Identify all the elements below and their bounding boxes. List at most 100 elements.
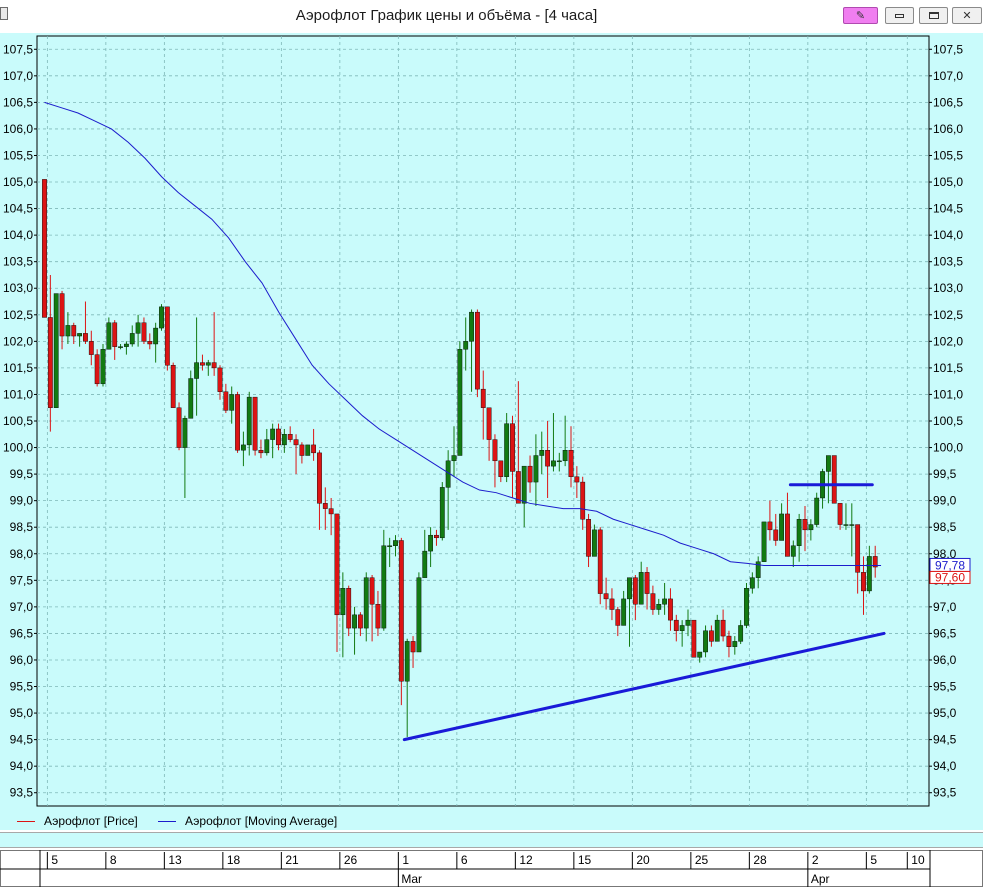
candle-body xyxy=(311,444,316,454)
candle-body xyxy=(352,614,357,629)
candle-body xyxy=(457,349,463,456)
x-tick-label: 25 xyxy=(695,853,709,867)
candle-body xyxy=(381,545,387,629)
candle xyxy=(475,309,480,398)
candle-body xyxy=(592,529,597,557)
candle-body xyxy=(147,341,153,345)
y-tick-label-left: 96,5 xyxy=(10,626,34,640)
x-tick-label: 21 xyxy=(285,853,299,867)
candle-body xyxy=(714,619,720,642)
candle-body xyxy=(223,391,229,411)
candle-body xyxy=(638,572,644,605)
y-tick-label-left: 95,0 xyxy=(10,706,34,720)
close-button[interactable]: ✕ xyxy=(952,7,982,24)
maximize-button[interactable] xyxy=(919,7,948,24)
y-tick-label-left: 106,0 xyxy=(3,122,33,136)
chart-scrollbar[interactable] xyxy=(0,832,983,848)
candle xyxy=(691,619,697,658)
candle-body xyxy=(100,349,106,385)
candle-body xyxy=(176,407,182,448)
candle-body xyxy=(738,625,744,642)
y-tick-label-right: 105,0 xyxy=(933,175,963,189)
y-tick-label-left: 103,0 xyxy=(3,281,33,295)
candle-body xyxy=(627,577,632,600)
y-tick-label-right: 106,0 xyxy=(933,122,963,136)
candle-body xyxy=(404,641,410,682)
y-tick-label-right: 98,5 xyxy=(933,520,957,534)
candle-body xyxy=(451,455,457,462)
candle xyxy=(170,362,176,408)
candle-body xyxy=(744,588,749,626)
candle-body xyxy=(726,635,732,647)
candle-body xyxy=(328,508,334,515)
candle-body xyxy=(785,513,790,557)
y-tick-label-right: 101,5 xyxy=(933,361,963,375)
price-chart[interactable]: 93,5 93,5 94,0 94,0 94,5 94,5 95,0 95,0 95,5 95,5… xyxy=(0,33,983,810)
candle-body xyxy=(615,609,621,626)
candle-body xyxy=(539,450,545,456)
y-tick-label-right: 99,5 xyxy=(933,467,957,481)
candle-body xyxy=(849,524,855,526)
x-tick-label: 10 xyxy=(911,853,925,867)
pin-button[interactable]: ✎ xyxy=(843,7,878,24)
candle-body xyxy=(808,524,814,531)
candle xyxy=(416,572,422,653)
candle-body xyxy=(556,460,562,463)
candle-body xyxy=(422,550,428,578)
candle-body xyxy=(662,598,668,605)
close-icon: ✕ xyxy=(962,10,972,22)
y-tick-label-right: 102,5 xyxy=(933,308,963,322)
candle-body xyxy=(118,346,123,348)
y-tick-label-right: 97,0 xyxy=(933,600,957,614)
candle-body xyxy=(205,362,211,366)
minimize-button[interactable] xyxy=(885,7,914,24)
candle xyxy=(159,304,164,331)
candle-body xyxy=(358,614,363,629)
candle xyxy=(305,444,311,456)
candle-body xyxy=(498,460,504,477)
candle-body xyxy=(463,341,469,350)
candle-body xyxy=(281,434,287,446)
candle-body xyxy=(580,481,586,520)
candle-body xyxy=(410,641,416,653)
candle xyxy=(252,396,258,456)
candle-body xyxy=(673,619,679,631)
y-tick-label-left: 94,5 xyxy=(10,733,34,747)
y-tick-label-left: 95,5 xyxy=(10,680,34,694)
y-tick-label-right: 105,5 xyxy=(933,148,963,162)
candle-body xyxy=(217,367,223,392)
candle-body xyxy=(439,487,445,539)
candle-body xyxy=(258,450,264,454)
candle-body xyxy=(720,619,726,637)
candle-body xyxy=(703,630,708,653)
candle-body xyxy=(112,322,118,347)
candle-body xyxy=(609,598,615,610)
candle-body xyxy=(182,418,188,448)
candle-body xyxy=(486,407,492,440)
candle xyxy=(439,482,445,541)
candle-body xyxy=(416,577,422,653)
month-label: Apr xyxy=(811,872,830,886)
candle xyxy=(457,341,463,456)
candle-body xyxy=(346,588,352,629)
candle-body xyxy=(270,428,276,440)
y-tick-label-left: 93,5 xyxy=(10,786,34,800)
candle-body xyxy=(779,513,785,541)
candle xyxy=(831,455,837,504)
y-tick-label-left: 103,5 xyxy=(3,255,33,269)
y-tick-label-left: 104,0 xyxy=(3,228,33,242)
x-tick-label: 12 xyxy=(519,853,533,867)
candle xyxy=(100,344,106,387)
y-tick-label-left: 99,5 xyxy=(10,467,34,481)
candle-body xyxy=(510,423,515,472)
candle-body xyxy=(732,641,738,647)
pencil-icon: ✎ xyxy=(855,10,866,22)
candle-body xyxy=(428,534,433,552)
legend-item-ma: Аэрофлот [Moving Average] xyxy=(158,814,337,828)
candle xyxy=(814,492,820,528)
candle-body xyxy=(88,341,94,355)
x-tick-label: 8 xyxy=(110,853,117,867)
candle-body xyxy=(469,311,474,342)
y-tick-label-right: 101,0 xyxy=(933,387,963,401)
candle-body xyxy=(375,604,381,629)
